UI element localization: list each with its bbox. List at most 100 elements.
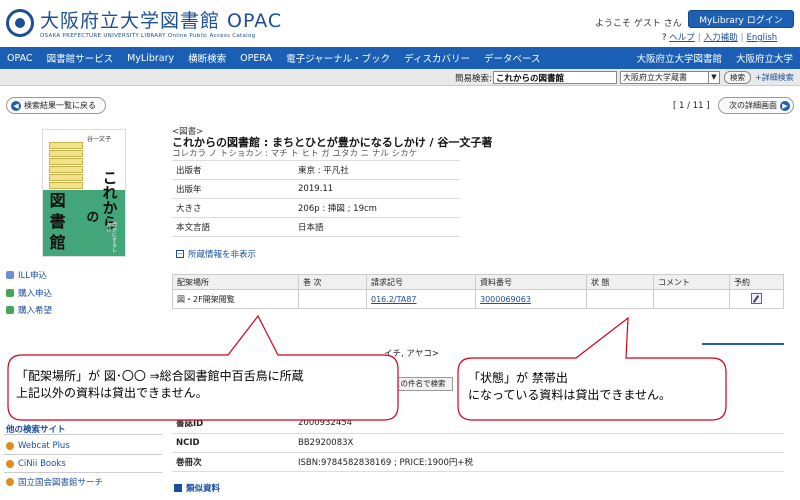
cart-icon (6, 289, 14, 297)
callout-left-line1: 「配架場所」が 図･〇〇 ⇒総合図書館中百舌鳥に所蔵 (16, 369, 304, 383)
quick-search-input[interactable] (493, 71, 617, 84)
nav-item-mylibrary[interactable]: MyLibrary (120, 53, 181, 64)
holding-volume (298, 289, 367, 309)
meta-value: ISBN:9784582838169 ; PRICE:1900円+税 (298, 452, 784, 472)
callout-right-line2: になっている資料は貸出できません。 (468, 388, 672, 402)
cover-subtitle: 豊かにするしかけ (105, 222, 118, 252)
sidebar-divider (4, 434, 162, 435)
book-cover-image: 谷一文子 これから の 図 書 館 豊かにするしかけ (42, 129, 126, 257)
subject-search-button[interactable]: この件名で検索 (389, 377, 453, 391)
nav-item-library-home[interactable]: 大阪府立大学図書館 (629, 51, 729, 65)
nav-item-university-home[interactable]: 大阪府立大学 (729, 51, 800, 65)
sidebar-item-ill[interactable]: ILL申込 (6, 269, 47, 281)
sidebar-item-purchase-wish[interactable]: 購入希望 (6, 304, 52, 316)
cover-illustration (49, 142, 83, 190)
table-row: 大きさ 206p : 挿図 ; 19cm (172, 198, 460, 218)
back-to-results-button[interactable]: ◀ 検索結果一覧に戻る (6, 97, 106, 114)
call-number-link[interactable]: 016.2/TA87 (371, 295, 417, 304)
cover-author: 谷一文子 (87, 136, 112, 143)
cover-title-c: 図 (46, 192, 66, 208)
item-id-link[interactable]: 3000069063 (480, 295, 531, 304)
col-volume: 巻 次 (298, 274, 367, 290)
quick-search-button[interactable]: 検索 (724, 71, 751, 84)
title-reading: コレカラ ノ トショカン : マチ ト ヒト ガ ユタカ ニ ナル シカケ (172, 149, 418, 159)
col-call-number: 請求記号 (366, 274, 476, 290)
next-detail-label: 次の詳細画面 (729, 101, 777, 110)
back-to-results-label: 検索結果一覧に戻る (24, 101, 96, 110)
sidebar-item-ndl-search[interactable]: 国立国会図書館サーチ (6, 476, 103, 488)
col-status: 状 態 (586, 274, 654, 290)
meta-key: 巻冊次 (172, 452, 298, 472)
sidebar-divider (4, 454, 162, 455)
holdings-toggle-label: 所蔵情報を非表示 (188, 250, 257, 260)
collapse-icon: − (176, 250, 184, 258)
meta-value: 2000932454 (298, 414, 784, 434)
similar-items-heading[interactable]: 類似資料 (174, 482, 220, 494)
sidebar-item-purchase-request[interactable]: 購入申込 (6, 287, 52, 299)
sidebar-item-label: CiNii Books (18, 459, 66, 469)
meta-value: 2019.11 (298, 179, 460, 199)
table-row: 巻冊次 ISBN:9784582838169 ; PRICE:1900円+税 (172, 452, 784, 472)
meta-key: NCID (172, 433, 298, 453)
nav-item-library-services[interactable]: 図書館サービス (40, 51, 121, 65)
meta-value: BB2920083X (298, 433, 784, 453)
table-row: 本文言語 日本語 (172, 217, 460, 237)
sidebar-item-label: ILL申込 (18, 271, 47, 281)
search-scope-value: 大阪府立大学蔵書 (623, 73, 687, 82)
arrow-left-icon: ◀ (11, 100, 21, 111)
holding-status (586, 289, 654, 309)
table-row: 出版者 東京 : 平凡社 (172, 160, 460, 180)
sidebar-divider (4, 472, 162, 473)
nav-item-ejournals[interactable]: 電子ジャーナル・ブック (279, 51, 397, 65)
nav-item-opera[interactable]: OPERA (233, 53, 279, 64)
sidebar-item-label: 購入希望 (18, 306, 53, 316)
help-link[interactable]: ヘルプ (669, 33, 695, 43)
site-logo[interactable]: 大阪府立大学図書館 OPAC OSAKA PREFECTURE UNIVERSI… (6, 6, 282, 39)
holdings-toggle[interactable]: − 所蔵情報を非表示 (176, 248, 256, 260)
quick-search-bar: 簡易検索: 大阪府立大学蔵書 ▼ 検索 +詳細検索 (0, 69, 800, 86)
result-pager: [ 1 / 11 ] (673, 101, 710, 111)
callout-left-line2: 上記以外の資料は貸出できません。 (16, 386, 208, 400)
meta-value: 日本語 (298, 217, 460, 237)
meta-key: 本文言語 (172, 217, 298, 237)
meta-key: 書誌ID (172, 414, 298, 434)
table-row: NCID BB2920083X (172, 433, 784, 453)
next-detail-button[interactable]: 次の詳細画面 ▶ (718, 97, 794, 114)
english-link[interactable]: English (747, 33, 778, 43)
meta-key: 出版者 (172, 160, 298, 180)
author-reading-fragment: イチ, アヤコ> (384, 349, 440, 359)
col-item-id: 資料番号 (475, 274, 587, 290)
search-scope-select[interactable]: 大阪府立大学蔵書 ▼ (620, 71, 720, 84)
holdings-table: 配架場所 巻 次 請求記号 資料番号 状 態 コメント 予約 図・2F開架閲覧 … (172, 274, 784, 309)
holding-comment (653, 289, 730, 309)
table-row: 出版年 2019.11 (172, 179, 460, 199)
logo-subtitle: OSAKA PREFECTURE UNIVERSITY LIBRARY Onli… (40, 33, 256, 39)
advanced-search-link[interactable]: +詳細検索 (755, 72, 794, 83)
arrow-right-icon: ▶ (780, 100, 790, 111)
similar-items-label: 類似資料 (186, 484, 221, 494)
external-search-icon (6, 442, 14, 450)
ill-icon (6, 271, 14, 279)
external-search-icon (6, 460, 14, 468)
section-rule (702, 343, 784, 345)
top-links: ? ヘルプ | 入力補助 | English (662, 33, 778, 43)
col-location: 配架場所 (172, 274, 299, 290)
nav-item-databases[interactable]: データベース (477, 51, 548, 65)
reserve-icon[interactable] (751, 292, 762, 304)
help-icon: ? (662, 33, 667, 43)
chevron-down-icon: ▼ (708, 72, 719, 83)
col-comment: コメント (653, 274, 730, 290)
quick-search-label: 簡易検索: (455, 74, 492, 84)
meta-key: 出版年 (172, 179, 298, 199)
identifier-table: 書誌ID 2000932454 NCID BB2920083X 巻冊次 ISBN… (172, 414, 784, 472)
sidebar-item-webcat[interactable]: Webcat Plus (6, 441, 70, 451)
cover-title-a: これから (100, 170, 119, 230)
mylibrary-login-button[interactable]: MyLibrary ログイン (688, 10, 794, 28)
sidebar-item-cinii[interactable]: CiNii Books (6, 459, 66, 469)
university-logo-icon (6, 8, 34, 37)
nav-item-opac[interactable]: OPAC (0, 53, 40, 64)
input-help-link[interactable]: 入力補助 (704, 33, 738, 43)
cover-title-d: 書 (46, 213, 66, 229)
nav-item-cross-search[interactable]: 横断検索 (181, 51, 233, 65)
nav-item-discovery[interactable]: ディスカバリー (397, 51, 477, 65)
